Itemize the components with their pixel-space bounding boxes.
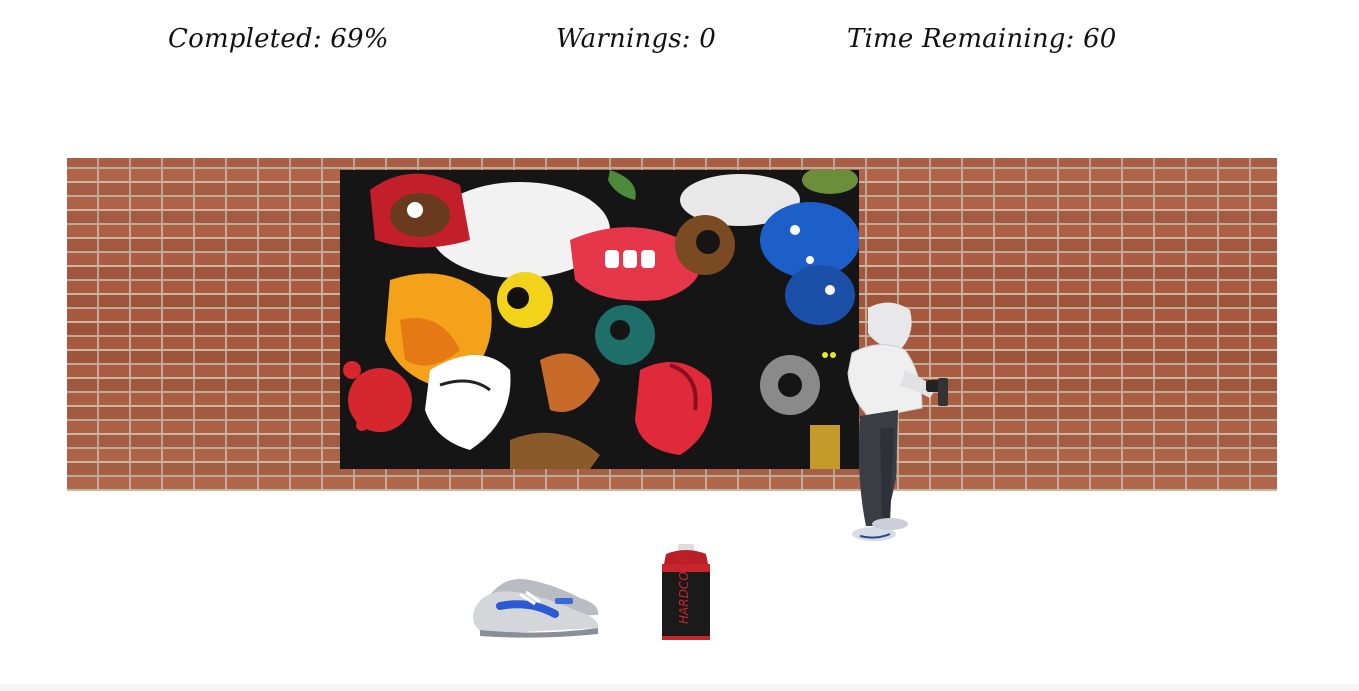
- sprayer-person-icon[interactable]: [830, 298, 960, 548]
- warnings-readout: Warnings: 0: [556, 24, 716, 54]
- completed-readout: Completed: 69%: [168, 24, 389, 54]
- graffiti-mural[interactable]: [340, 170, 859, 469]
- svg-text:HARDCORE: HARDCORE: [677, 555, 691, 624]
- time-remaining-readout: Time Remaining: 60: [847, 24, 1117, 54]
- floor: [0, 684, 1359, 691]
- sneaker-icon[interactable]: [460, 570, 605, 640]
- spray-can-icon[interactable]: HARDCORE: [658, 544, 714, 644]
